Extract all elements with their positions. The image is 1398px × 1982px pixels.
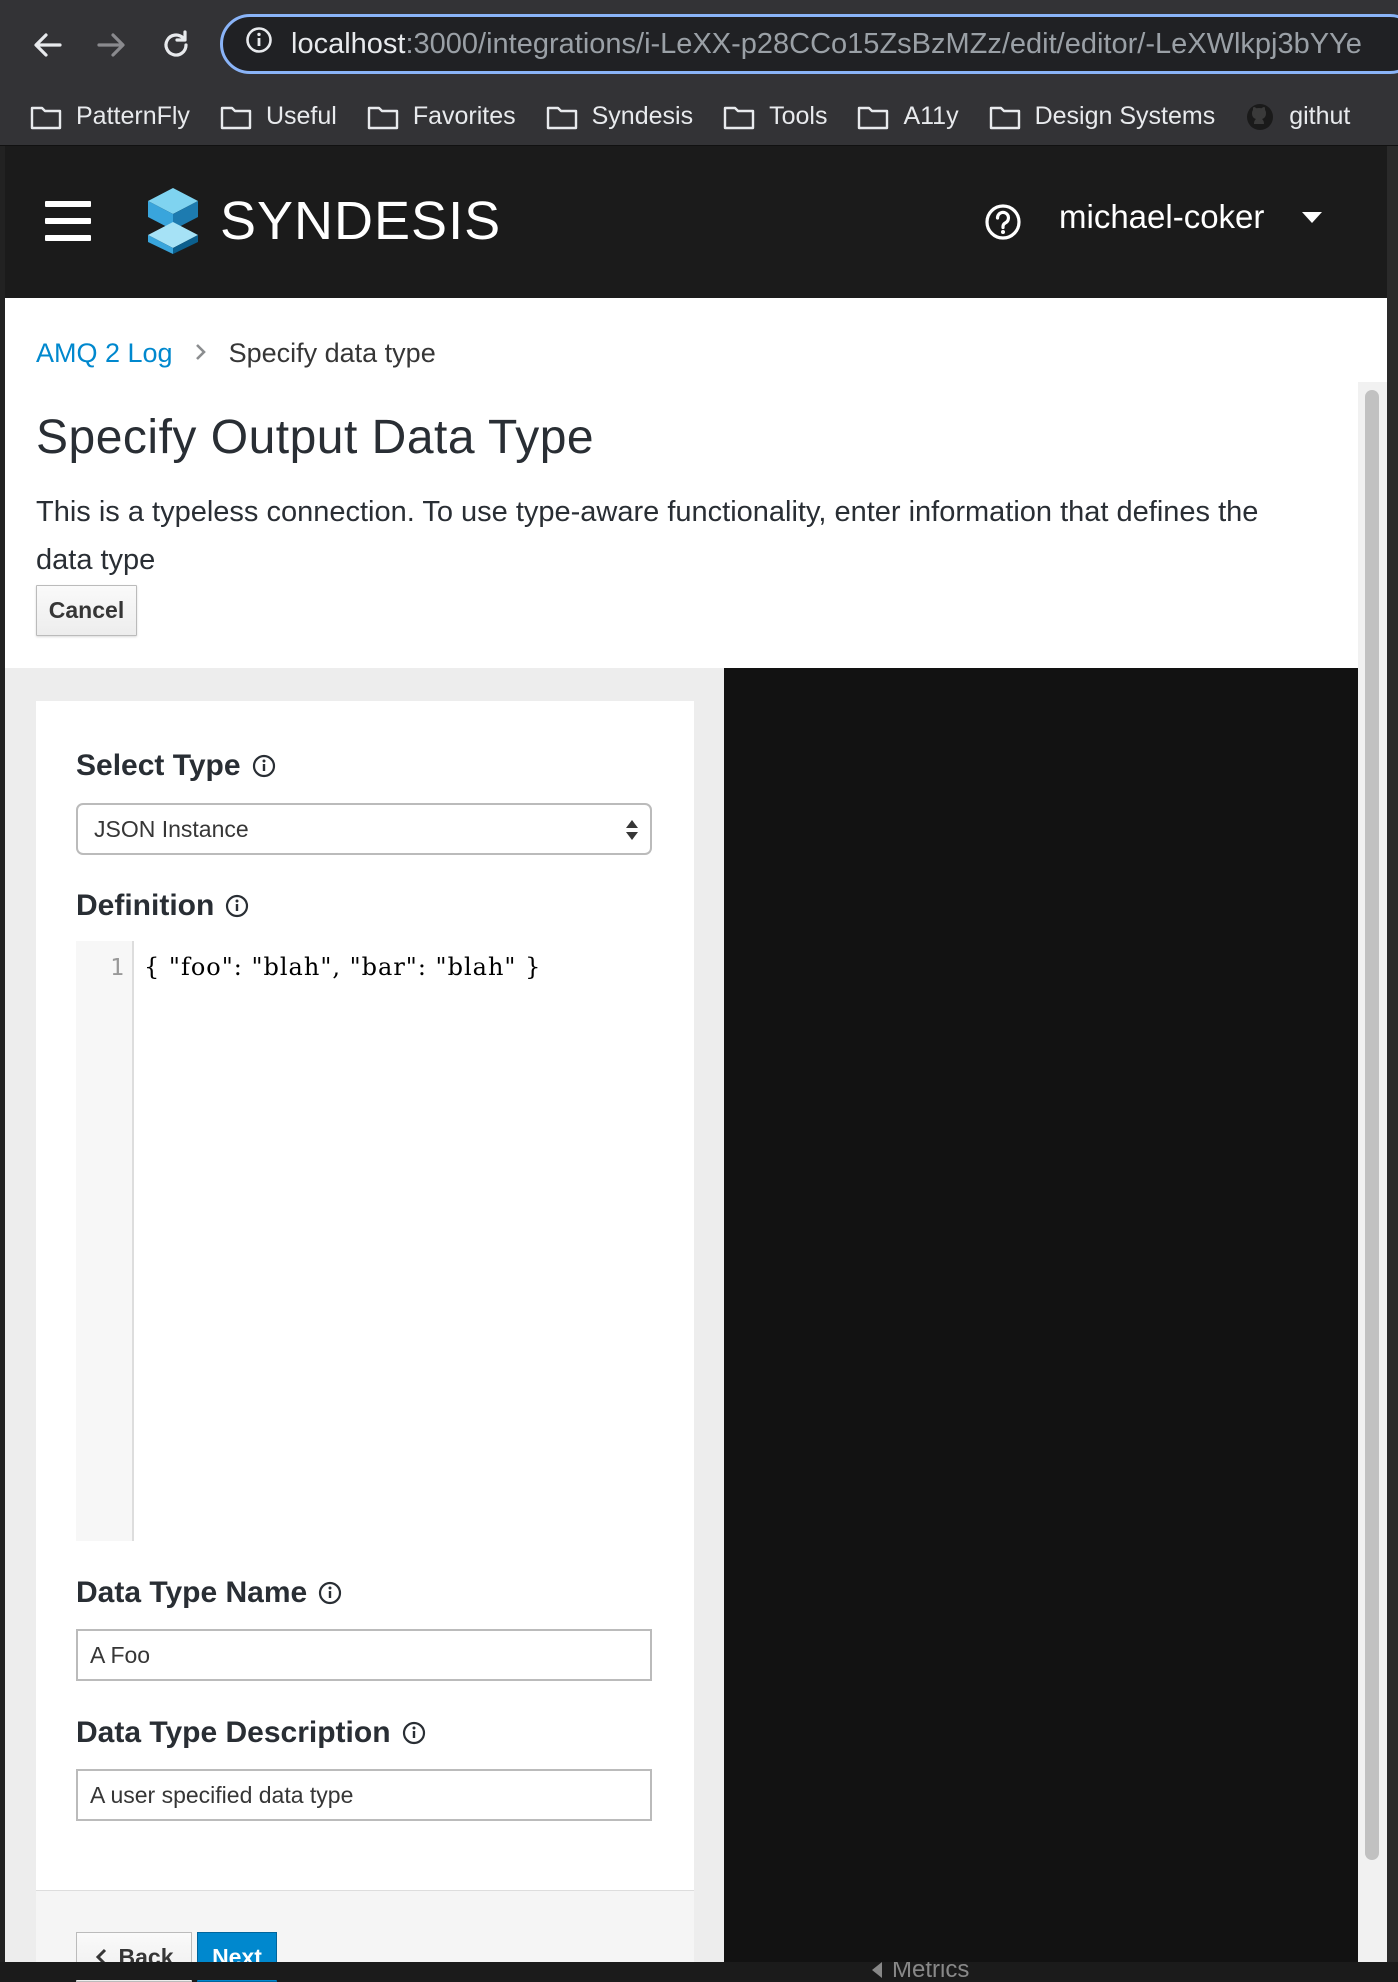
folder-icon xyxy=(989,106,1020,129)
data-type-name-input[interactable] xyxy=(76,1629,652,1681)
background-window-peek: Metrics xyxy=(0,1962,1398,1980)
bookmark-favorites[interactable]: Favorites xyxy=(367,102,516,131)
bookmark-syndesis[interactable]: Syndesis xyxy=(546,102,693,131)
definition-label-text: Definition xyxy=(76,889,215,922)
folder-icon xyxy=(723,106,755,129)
bookmark-tools[interactable]: Tools xyxy=(723,102,827,131)
bookmark-label: Tools xyxy=(769,102,828,130)
forward-arrow-icon[interactable] xyxy=(87,21,135,69)
url-host: localhost xyxy=(291,27,406,60)
folder-icon xyxy=(858,106,889,129)
info-icon[interactable] xyxy=(251,753,277,779)
breadcrumb: AMQ 2 Log Specify data type xyxy=(36,338,436,369)
definition-code-editor[interactable]: 1 { "foo": "blah", "bar": "blah" } xyxy=(76,941,652,1541)
username: michael-coker xyxy=(1059,198,1265,235)
bookmark-patternfly[interactable]: PatternFly xyxy=(30,102,190,131)
definition-label: Definition xyxy=(76,889,250,923)
data-type-description-input[interactable] xyxy=(76,1769,652,1821)
line-number: 1 xyxy=(110,955,124,981)
masthead: SYNDESIS michael-coker xyxy=(5,146,1387,298)
back-arrow-icon[interactable] xyxy=(24,21,72,69)
chevron-right-icon xyxy=(195,340,207,368)
page-description: This is a typeless connection. To use ty… xyxy=(36,496,1259,576)
data-type-form: Select Type JSON Instance Definition 1 {… xyxy=(36,701,694,1982)
select-arrows-icon xyxy=(626,820,638,840)
info-icon[interactable] xyxy=(224,893,250,919)
bookmark-label: Syndesis xyxy=(591,102,694,130)
github-icon xyxy=(1247,103,1274,130)
bookmarks-bar: PatternFly Useful Favorites Syndesis Too… xyxy=(0,88,1398,146)
folder-icon xyxy=(30,106,62,129)
page-title: Specify Output Data Type xyxy=(36,411,595,464)
select-type-label-text: Select Type xyxy=(76,749,241,782)
bookmark-label: Design Systems xyxy=(1034,102,1216,130)
data-type-description-label: Data Type Description xyxy=(76,1716,427,1750)
syndesis-logo-icon xyxy=(148,188,198,254)
breadcrumb-current: Specify data type xyxy=(228,338,436,368)
info-icon[interactable] xyxy=(401,1720,427,1746)
browser-toolbar: localhost:3000/integrations/i-LeXX-p28CC… xyxy=(0,0,1398,88)
select-type-dropdown[interactable]: JSON Instance xyxy=(76,803,652,855)
metrics-peek: Metrics xyxy=(870,1962,969,1980)
user-dropdown[interactable]: michael-coker xyxy=(1059,198,1323,236)
select-type-value: JSON Instance xyxy=(94,815,249,842)
brand-name: SYNDESIS xyxy=(220,191,502,251)
cancel-button[interactable]: Cancel xyxy=(36,585,137,636)
page-scrollbar[interactable] xyxy=(1358,382,1387,1980)
caret-left-icon xyxy=(872,1962,882,1978)
metrics-label: Metrics xyxy=(892,1962,970,1980)
window-edge-right xyxy=(1387,146,1398,1980)
bookmark-a11y[interactable]: A11y xyxy=(857,102,959,131)
help-icon[interactable] xyxy=(983,202,1023,242)
editor-workarea: Select Type JSON Instance Definition 1 {… xyxy=(5,668,1358,1982)
hamburger-menu-icon[interactable] xyxy=(45,201,91,241)
reload-icon[interactable] xyxy=(152,21,200,69)
folder-icon xyxy=(367,106,399,129)
page-content: AMQ 2 Log Specify data type Specify Outp… xyxy=(5,298,1387,1982)
bookmark-label: Favorites xyxy=(412,102,516,130)
data-type-name-label: Data Type Name xyxy=(76,1576,343,1610)
info-icon[interactable] xyxy=(317,1580,343,1606)
data-type-description-label-text: Data Type Description xyxy=(76,1716,391,1749)
url-path: :3000/integrations/i-LeXX-p28CCo15ZsBzMZ… xyxy=(405,27,1362,60)
scrollbar-thumb[interactable] xyxy=(1365,390,1379,1860)
address-bar[interactable]: localhost:3000/integrations/i-LeXX-p28CC… xyxy=(220,14,1398,74)
folder-icon xyxy=(546,106,577,129)
preview-panel xyxy=(724,668,1358,1980)
code-line[interactable]: { "foo": "blah", "bar": "blah" } xyxy=(144,953,541,981)
bookmark-useful[interactable]: Useful xyxy=(220,102,337,131)
select-type-label: Select Type xyxy=(76,749,277,783)
brand[interactable]: SYNDESIS xyxy=(140,186,501,256)
bookmark-design-systems[interactable]: Design Systems xyxy=(989,102,1216,131)
caret-down-icon xyxy=(1302,211,1323,223)
folder-icon xyxy=(220,106,252,129)
site-info-icon[interactable] xyxy=(245,26,273,62)
bookmark-label: githut xyxy=(1289,102,1351,130)
bookmark-label: A11y xyxy=(903,102,959,130)
data-type-name-label-text: Data Type Name xyxy=(76,1576,308,1609)
bookmark-github[interactable]: githut xyxy=(1245,102,1350,132)
line-number-gutter: 1 xyxy=(76,941,134,1541)
bookmark-label: PatternFly xyxy=(76,102,190,130)
bookmark-label: Useful xyxy=(265,102,337,130)
breadcrumb-link-integration[interactable]: AMQ 2 Log xyxy=(36,338,173,369)
